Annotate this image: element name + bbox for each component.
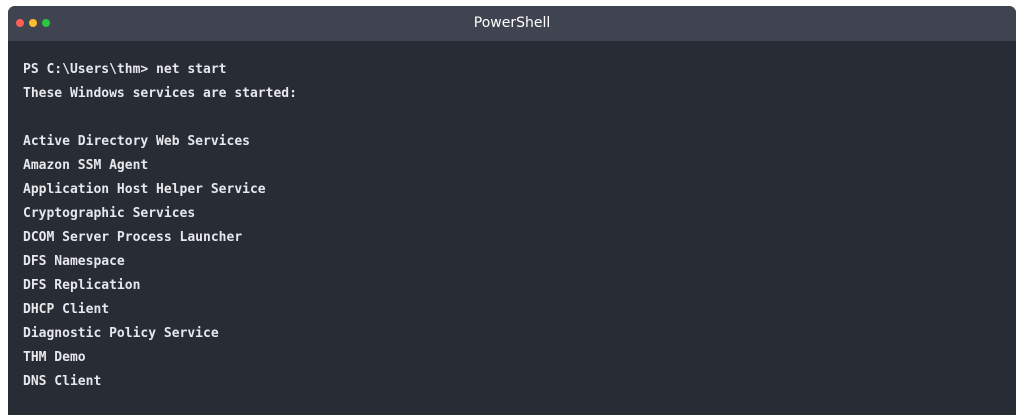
terminal-output[interactable]: PS C:\Users\thm> net start These Windows… bbox=[8, 41, 1016, 394]
service-line: Application Host Helper Service bbox=[23, 182, 266, 197]
service-line: THM Demo bbox=[23, 350, 86, 365]
service-line: DNS Client bbox=[23, 374, 102, 389]
output-header-line: These Windows services are started: bbox=[23, 86, 297, 101]
powershell-window: PowerShell PS C:\Users\thm> net start Th… bbox=[8, 6, 1016, 415]
service-line: DFS Replication bbox=[23, 278, 141, 293]
service-line: DHCP Client bbox=[23, 302, 110, 317]
service-line: Diagnostic Policy Service bbox=[23, 326, 219, 341]
window-title: PowerShell bbox=[473, 15, 551, 31]
prompt-line: PS C:\Users\thm> net start bbox=[23, 62, 227, 77]
service-line: Cryptographic Services bbox=[23, 206, 196, 221]
title-bar[interactable]: PowerShell bbox=[8, 6, 1016, 41]
service-line: DFS Namespace bbox=[23, 254, 125, 269]
service-line: Active Directory Web Services bbox=[23, 134, 250, 149]
service-line: Amazon SSM Agent bbox=[23, 158, 149, 173]
service-line: DCOM Server Process Launcher bbox=[23, 230, 243, 245]
